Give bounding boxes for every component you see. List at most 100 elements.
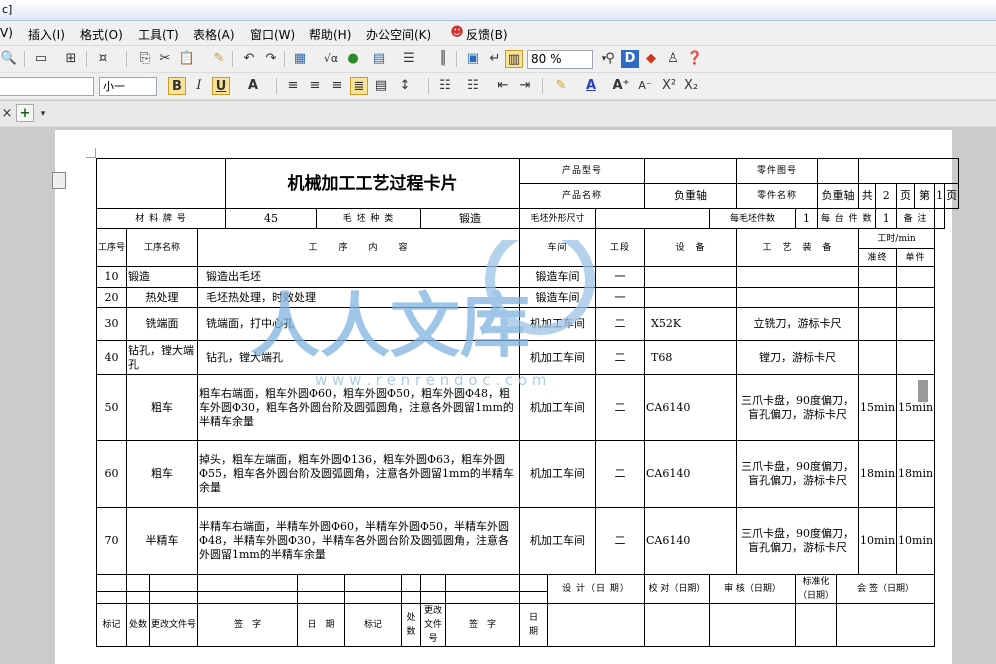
menu-bar: V) 插入(I) 格式(O) 工具(T) 表格(A) 窗口(W) 帮助(H) 办… xyxy=(0,21,996,46)
outdent-icon[interactable]: ⇤ xyxy=(494,77,512,95)
row-seq: 30 xyxy=(96,307,127,341)
find-icon[interactable]: ⚲ xyxy=(601,50,619,68)
layout-icon[interactable]: ⊞ xyxy=(62,50,80,68)
total-label: 共 xyxy=(857,183,877,209)
shrink-font-icon[interactable]: A⁻ xyxy=(636,77,654,95)
line-spacing-icon[interactable]: ↕ xyxy=(396,77,414,95)
tab-toolbar: × + ▾ xyxy=(0,101,996,127)
print-preview-icon[interactable]: 🔍 xyxy=(0,50,18,68)
close-icon[interactable]: × xyxy=(0,105,16,123)
align-right-icon[interactable]: ≡ xyxy=(328,77,346,95)
indent-icon[interactable]: ⇥ xyxy=(516,77,534,95)
row-content: 毛坯热处理，时效处理 xyxy=(197,287,520,308)
row-equipment xyxy=(644,287,737,308)
part-drawing-label: 零件图号 xyxy=(736,158,818,184)
brush-icon[interactable]: ✎ xyxy=(210,50,228,68)
row-seq: 60 xyxy=(96,440,127,508)
footer-count: 处数 xyxy=(126,603,150,647)
paste-icon[interactable]: 📋 xyxy=(178,50,196,68)
menu-feedback[interactable]: 反馈(B) xyxy=(466,26,508,43)
table-row: 30 铣端面 铣端面，打中心孔 机加工车间 二 X52K 立铣刀，游标卡尺 xyxy=(96,307,959,341)
justify-icon[interactable]: ≣ xyxy=(350,77,368,95)
row-equipment: CA6140 xyxy=(644,440,737,508)
footer-doc-2: 更改文件号 xyxy=(420,603,446,647)
product-name-value: 负重轴 xyxy=(644,183,737,209)
superscript-button[interactable]: X² xyxy=(660,77,678,95)
formula-icon[interactable]: √α xyxy=(322,50,340,68)
help-icon[interactable]: ❓ xyxy=(686,50,704,68)
columns-icon[interactable]: ☰ xyxy=(400,50,418,68)
new-tab-icon[interactable]: + xyxy=(16,104,34,122)
format-toolbar: 小一 B I U A ≡ ≡ ≡ ≣ ▤ ↕ ☷ ☷ ⇤ ⇥ ✎ A A⁺ A⁻… xyxy=(0,73,996,100)
show-paragraph-icon[interactable]: ▥ xyxy=(505,50,523,68)
footer-review: 审 核（日期） xyxy=(709,574,796,604)
row-prep: 18min xyxy=(857,440,898,508)
red-icon[interactable]: ◆ xyxy=(642,50,660,68)
footer-date: 日 期 xyxy=(297,603,345,647)
bullets-icon[interactable]: ☷ xyxy=(464,77,482,95)
d-icon[interactable]: D xyxy=(621,50,639,68)
row-workshop: 机加工车间 xyxy=(519,440,596,508)
undo-icon[interactable]: ↶ xyxy=(240,50,258,68)
remark-value xyxy=(934,208,946,229)
menu-insert[interactable]: 插入(I) xyxy=(28,26,65,43)
chart-icon[interactable]: ║ xyxy=(434,50,452,68)
menu-format[interactable]: 格式(O) xyxy=(80,26,123,43)
doc-map-icon[interactable]: ▣ xyxy=(464,50,482,68)
grow-font-icon[interactable]: A⁺ xyxy=(612,77,630,95)
page-icon[interactable]: ▭ xyxy=(32,50,50,68)
subscript-button[interactable]: X₂ xyxy=(682,77,700,95)
row-seq: 70 xyxy=(96,507,127,575)
doc-icon xyxy=(52,172,66,189)
redo-icon[interactable]: ↷ xyxy=(262,50,280,68)
per-unit-value: 1 xyxy=(875,208,898,229)
font-color-icon[interactable]: A xyxy=(582,77,600,95)
row-seq: 50 xyxy=(96,374,127,441)
row-name: 铣端面 xyxy=(126,307,198,341)
menu-office[interactable]: 办公空间(K) xyxy=(366,26,431,43)
page-label: 第 xyxy=(913,183,936,209)
per-unit-label: 每 台 件 数 xyxy=(816,208,877,229)
align-center-icon[interactable]: ≡ xyxy=(306,77,324,95)
table-insert-icon[interactable]: ▦ xyxy=(291,50,309,68)
format-painter-icon[interactable]: ¤ xyxy=(94,50,112,68)
row-tooling xyxy=(736,287,859,308)
distribute-icon[interactable]: ▤ xyxy=(372,77,390,95)
row-name: 热处理 xyxy=(126,287,198,308)
align-left-icon[interactable]: ≡ xyxy=(284,77,302,95)
part-name-value: 负重轴 xyxy=(817,183,859,209)
footer-standard: 标准化（日期） xyxy=(795,574,837,604)
numbering-icon[interactable]: ☷ xyxy=(436,77,454,95)
italic-button[interactable]: I xyxy=(190,77,208,95)
menu-view[interactable]: V) xyxy=(0,26,13,40)
char-shading-button[interactable]: A xyxy=(244,77,262,95)
menu-table[interactable]: 表格(A) xyxy=(193,26,235,43)
footer-mark-2: 标记 xyxy=(344,603,402,647)
menu-window[interactable]: 窗口(W) xyxy=(250,26,295,43)
table-row: 10 锻造 锻造出毛坯 锻造车间 一 xyxy=(96,266,959,288)
row-prep: 15min xyxy=(857,374,898,441)
show-marks-icon[interactable]: ↵ xyxy=(486,50,504,68)
row-name: 钻孔，镗大端孔 xyxy=(126,340,198,375)
font-size-dropdown[interactable]: 小一 xyxy=(99,77,157,96)
blank-top-right xyxy=(857,158,960,184)
grid-icon[interactable]: ▤ xyxy=(370,50,388,68)
shirt-icon[interactable]: ♙ xyxy=(664,50,682,68)
font-name-dropdown[interactable] xyxy=(0,77,94,96)
bold-button[interactable]: B xyxy=(168,77,186,95)
menu-tools[interactable]: 工具(T) xyxy=(138,26,179,43)
row-tooling: 镗刀，游标卡尺 xyxy=(736,340,859,375)
copy-icon[interactable]: ⎘ xyxy=(136,50,154,68)
cut-icon[interactable]: ✂ xyxy=(156,50,174,68)
row-content: 掉头，粗车左端面，粗车外圆Φ136，粗车外圆Φ63，粗车外圆Φ55，粗车各外圆台… xyxy=(197,440,520,508)
menu-help[interactable]: 帮助(H) xyxy=(309,26,351,43)
row-equipment: X52K xyxy=(644,307,737,341)
window-title: c] xyxy=(2,3,13,16)
highlight-icon[interactable]: ✎ xyxy=(552,77,570,95)
globe-icon[interactable]: ● xyxy=(344,50,362,68)
zoom-field[interactable]: 80 % xyxy=(527,50,593,69)
row-tooling: 三爪卡盘，90度偏刀，盲孔偏刀，游标卡尺 xyxy=(736,440,859,508)
row-prep xyxy=(857,340,898,375)
chevron-down-icon[interactable]: ▾ xyxy=(34,105,52,123)
underline-button[interactable]: U xyxy=(212,77,230,95)
